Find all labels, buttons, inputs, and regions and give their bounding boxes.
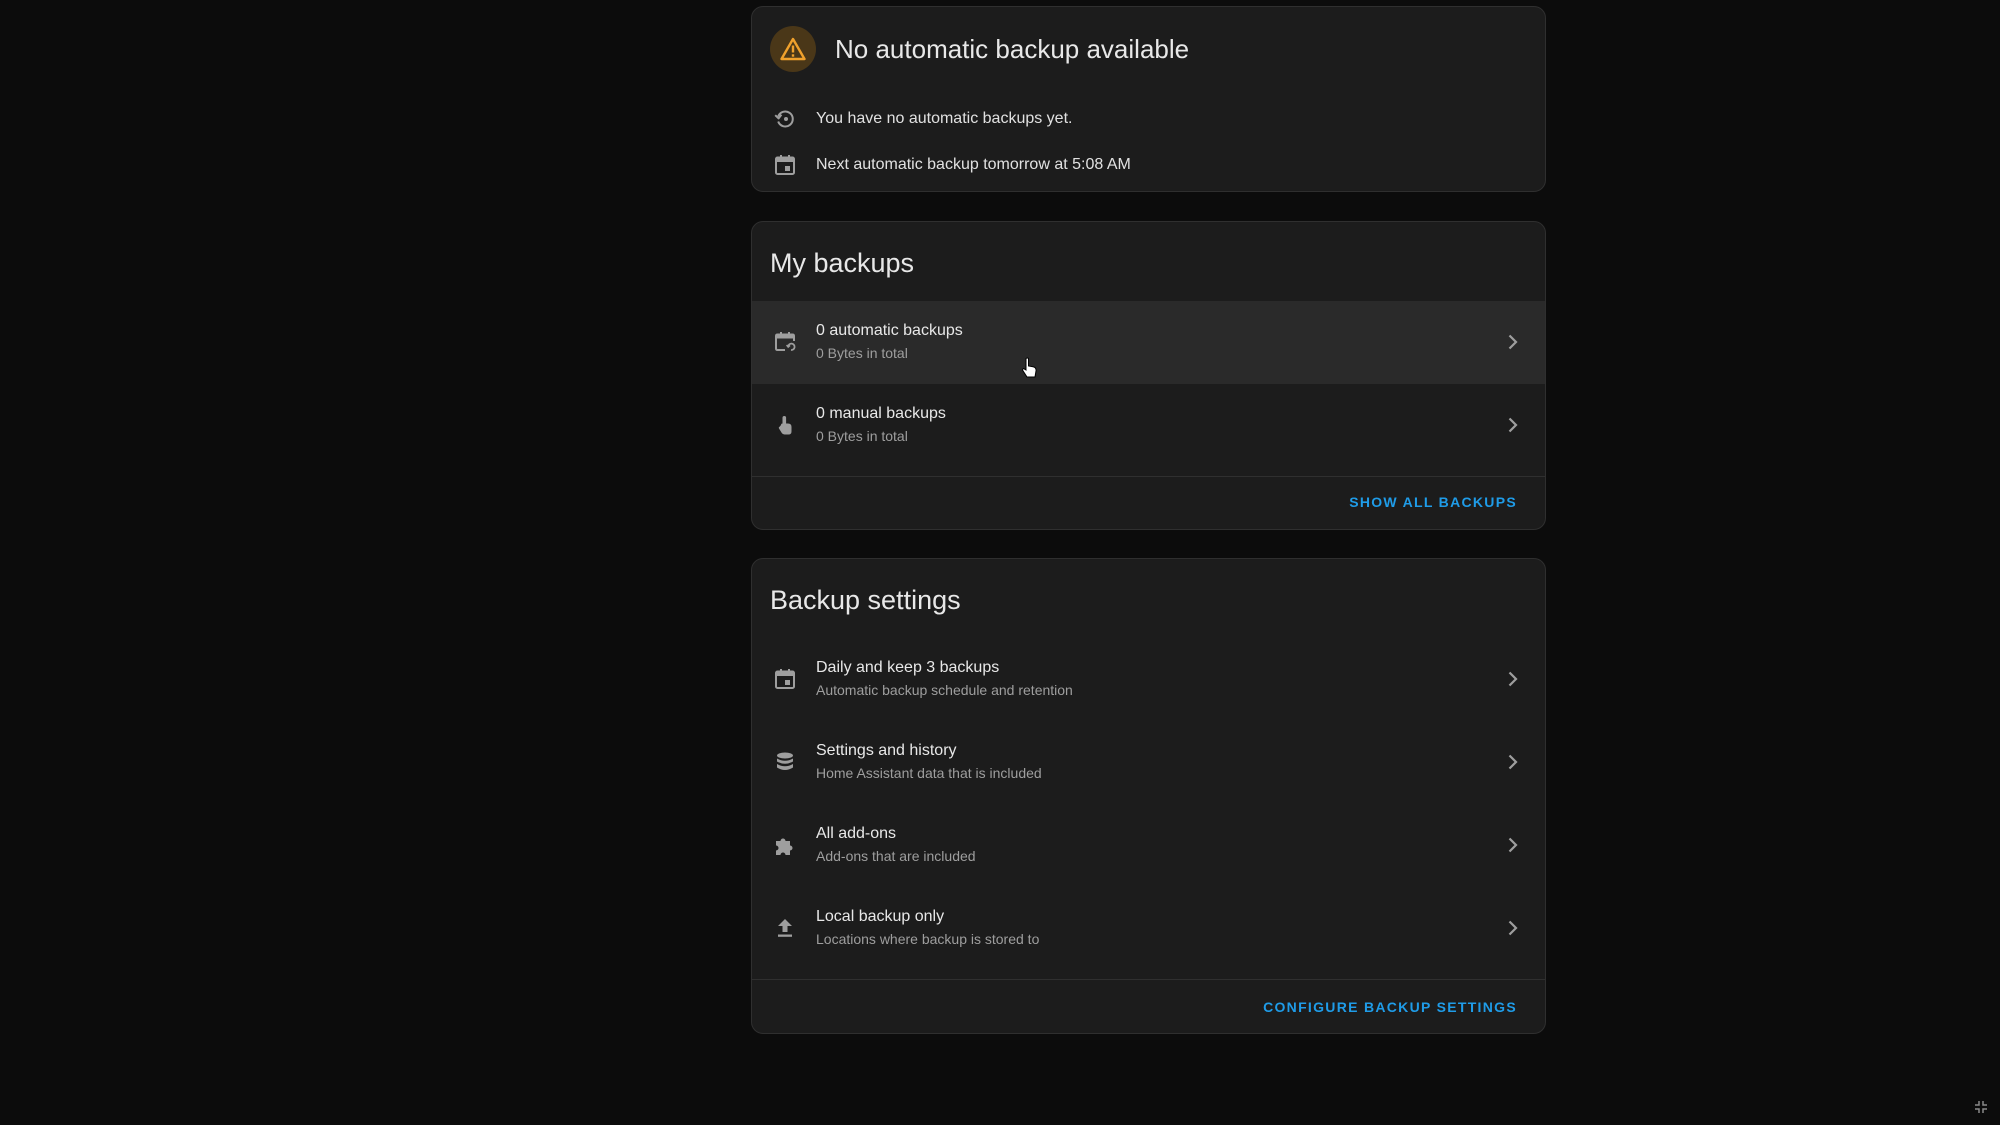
addons-settings-description: Add-ons that are included [816, 848, 976, 864]
data-settings-item[interactable]: Settings and history Home Assistant data… [752, 721, 1545, 804]
schedule-settings-item[interactable]: Daily and keep 3 backups Automatic backu… [752, 638, 1545, 721]
schedule-settings-description: Automatic backup schedule and retention [816, 682, 1073, 698]
schedule-settings-label: Daily and keep 3 backups [816, 659, 1000, 676]
puzzle-icon [770, 830, 800, 860]
status-row-no-backups: You have no automatic backups yet. [770, 104, 1072, 134]
card-divider [752, 476, 1545, 477]
data-settings-description: Home Assistant data that is included [816, 765, 1042, 781]
locations-settings-description: Locations where backup is stored to [816, 931, 1040, 947]
manual-backups-size: 0 Bytes in total [816, 428, 908, 444]
chevron-right-icon [1503, 751, 1523, 773]
status-row-next-backup: Next automatic backup tomorrow at 5:08 A… [770, 150, 1131, 180]
backup-settings-title: Backup settings [770, 585, 961, 615]
status-header: No automatic backup available [770, 26, 1189, 72]
calendar-icon [770, 664, 800, 694]
backup-status-card: No automatic backup available You have n… [751, 6, 1546, 192]
card-divider [752, 979, 1545, 980]
manual-backups-item[interactable]: 0 manual backups 0 Bytes in total [752, 384, 1545, 467]
backup-settings-card: Backup settings Daily and keep 3 backups… [751, 558, 1546, 1034]
chevron-right-icon [1503, 668, 1523, 690]
backup-restore-icon [770, 104, 800, 134]
fullscreen-exit-icon[interactable] [1974, 1100, 1988, 1119]
automatic-backups-count: 0 automatic backups [816, 322, 963, 339]
chevron-right-icon [1503, 834, 1523, 856]
warning-icon [770, 26, 816, 72]
chevron-right-icon [1503, 414, 1523, 436]
locations-settings-item[interactable]: Local backup only Locations where backup… [752, 887, 1545, 970]
show-all-backups-button[interactable]: SHOW ALL BACKUPS [1349, 494, 1517, 510]
status-title: No automatic backup available [835, 33, 1190, 64]
chevron-right-icon [1503, 331, 1523, 353]
configure-backup-settings-button[interactable]: CONFIGURE BACKUP SETTINGS [1263, 999, 1517, 1015]
chevron-right-icon [1503, 917, 1523, 939]
calendar-icon [770, 150, 800, 180]
gesture-tap-icon [770, 410, 800, 440]
status-no-backups-text: You have no automatic backups yet. [816, 110, 1073, 127]
hand-pointer-cursor-icon [1021, 357, 1039, 384]
status-next-backup-text: Next automatic backup tomorrow at 5:08 A… [816, 156, 1131, 173]
my-backups-card: My backups 0 automatic backups 0 Bytes i… [751, 221, 1546, 530]
my-backups-title: My backups [770, 248, 915, 278]
addons-settings-label: All add-ons [816, 825, 897, 842]
automatic-backups-size: 0 Bytes in total [816, 345, 908, 361]
upload-icon [770, 913, 800, 943]
data-settings-label: Settings and history [816, 742, 957, 759]
calendar-sync-icon [770, 327, 800, 357]
locations-settings-label: Local backup only [816, 908, 945, 925]
database-icon [770, 747, 800, 777]
manual-backups-count: 0 manual backups [816, 405, 946, 422]
addons-settings-item[interactable]: All add-ons Add-ons that are included [752, 804, 1545, 887]
automatic-backups-item[interactable]: 0 automatic backups 0 Bytes in total [752, 301, 1545, 384]
